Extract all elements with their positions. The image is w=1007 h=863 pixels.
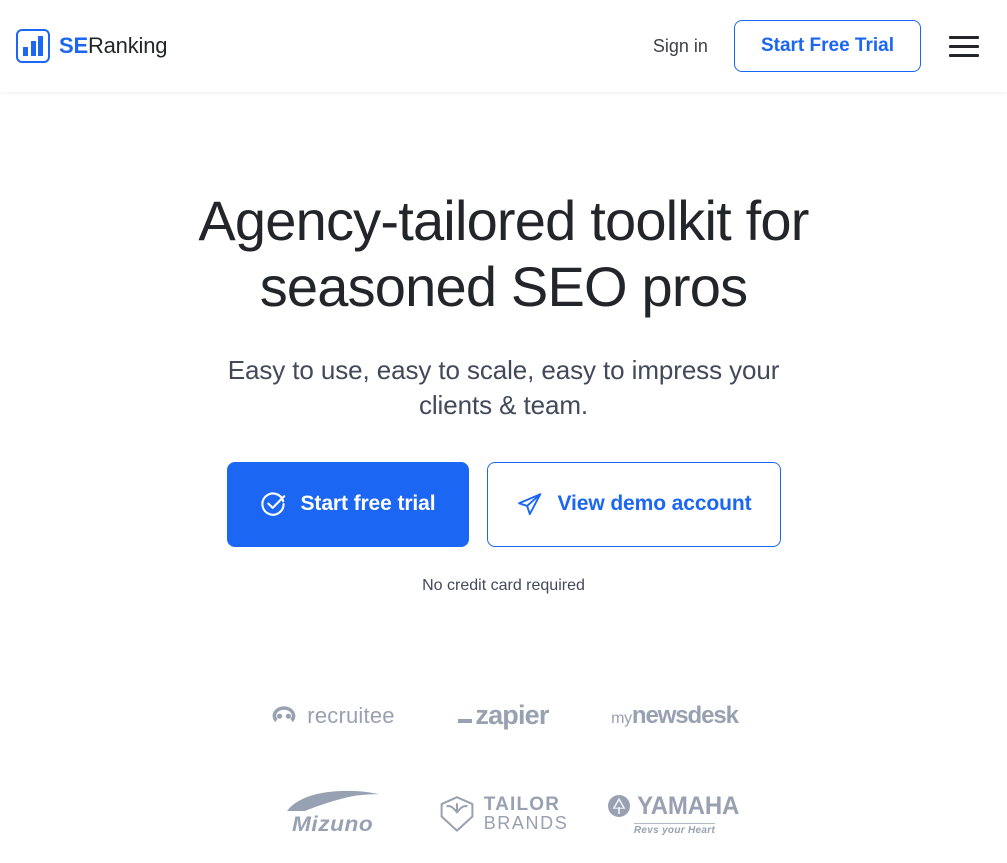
check-circle-icon (260, 492, 285, 516)
client-logo-yamaha: YAMAHA Revs your Heart (589, 791, 760, 837)
hamburger-bar (949, 35, 979, 39)
hero-cta-group: Start free trial View demo account (0, 461, 1007, 547)
mynewsdesk-wordmark-newsdesk: newsdesk (631, 701, 739, 729)
brand-name-se: SE (59, 33, 88, 58)
mizuno-swoosh-icon (286, 791, 379, 812)
zapier-dash-icon (458, 719, 473, 724)
page-title-line-2: seasoned SEO pros (259, 254, 748, 318)
yamaha-wordmark: YAMAHA (637, 791, 740, 820)
tailor-brands-shield-icon (440, 795, 474, 832)
paper-plane-icon (517, 493, 541, 515)
hero-subtitle: Easy to use, easy to scale, easy to impr… (227, 355, 780, 421)
yamaha-tagline: Revs your Heart (633, 822, 716, 836)
no-credit-card-note: No credit card required (422, 576, 585, 594)
page-title-line-1: Agency-tailored toolkit for (198, 189, 809, 252)
brand-logo[interactable]: SERanking (16, 29, 167, 63)
start-free-trial-button[interactable]: Start Free Trial (733, 20, 921, 72)
brand-name-ranking: Ranking (87, 33, 168, 58)
view-demo-account-label: View demo account (557, 492, 752, 516)
recruitee-wordmark: recruitee (307, 702, 395, 728)
recruitee-mark-icon (272, 706, 296, 723)
client-logos-row-2: Mizuno TAILOR BRANDS YAMAHA Revs your He… (247, 791, 760, 837)
start-free-trial-cta-label: Start free trial (300, 492, 436, 516)
tailor-brands-wordmark-line-1: TAILOR (483, 793, 561, 815)
view-demo-account-button[interactable]: View demo account (486, 461, 781, 547)
start-free-trial-cta-button[interactable]: Start free trial (226, 461, 469, 547)
zapier-wordmark: zapier (475, 700, 549, 731)
mynewsdesk-wordmark-my: my (611, 709, 632, 727)
tailor-brands-wordmark-line-2: BRANDS (483, 813, 569, 834)
client-logo-mynewsdesk: mynewsdesk (589, 693, 760, 739)
hamburger-bar (949, 53, 979, 57)
hamburger-menu-icon[interactable] (949, 29, 983, 63)
site-header: SERanking Sign in Start Free Trial (0, 0, 1007, 92)
hero-section: Agency-tailored toolkit for seasoned SEO… (0, 92, 1007, 837)
bar-chart-icon (16, 29, 50, 63)
page-title: Agency-tailored toolkit for seasoned SEO… (154, 188, 854, 319)
header-actions: Sign in Start Free Trial (653, 20, 983, 72)
client-logo-mizuno: Mizuno (247, 791, 418, 837)
client-logos-row-1: recruitee zapier mynewsdesk (247, 693, 760, 739)
client-logos-section: recruitee zapier mynewsdesk Mizuno TAILO… (0, 693, 1007, 837)
sign-in-link[interactable]: Sign in (653, 36, 708, 57)
client-logo-recruitee: recruitee (247, 693, 418, 739)
hamburger-bar (949, 44, 979, 48)
client-logo-tailor-brands: TAILOR BRANDS (418, 791, 589, 837)
client-logo-zapier: zapier (418, 693, 589, 739)
mizuno-wordmark: Mizuno (291, 813, 374, 837)
brand-name: SERanking (59, 33, 167, 59)
yamaha-tuning-forks-icon (608, 795, 631, 818)
